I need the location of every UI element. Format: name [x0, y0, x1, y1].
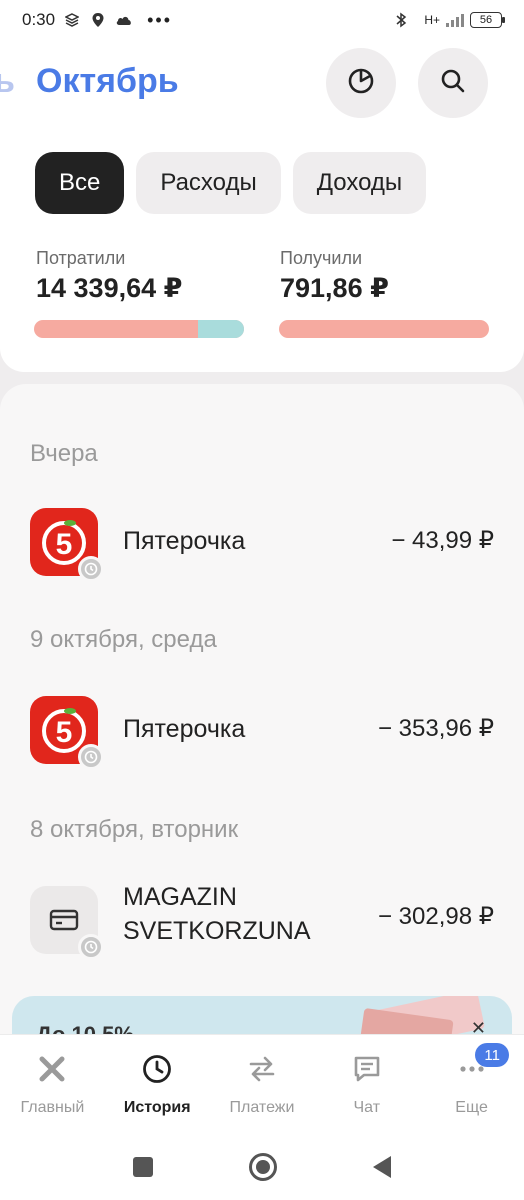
- pyaterochka-logo-icon: 5: [30, 696, 104, 770]
- pending-clock-icon: [78, 934, 104, 960]
- search-button[interactable]: [418, 48, 488, 118]
- nav-item-more[interactable]: 11 Еще: [419, 1035, 524, 1134]
- current-month-title[interactable]: Октябрь: [36, 62, 179, 101]
- filter-chips: Все Расходы Доходы: [35, 152, 427, 214]
- transaction-row[interactable]: 5 Пятерочка − 353,96 ₽: [0, 690, 524, 770]
- pie-chart-icon: [346, 66, 376, 101]
- transaction-amount: − 353,96 ₽: [377, 715, 494, 742]
- received-label: Получили: [280, 248, 363, 268]
- merchant-name: Пятерочка: [123, 715, 246, 743]
- status-right: H+ 56: [392, 11, 505, 29]
- svg-text:5: 5: [56, 716, 73, 749]
- nav-item-main[interactable]: Главный: [0, 1035, 105, 1134]
- card-icon: [30, 886, 104, 960]
- cloud-icon: [115, 11, 133, 29]
- more-notifications-icon: •••: [147, 9, 172, 30]
- transaction-row[interactable]: 5 Пятерочка − 43,99 ₽: [0, 502, 524, 582]
- layers-icon: [63, 11, 81, 29]
- signal-icon: [446, 13, 464, 27]
- bottom-navigation: Главный История Платежи Чат 11 Еще: [0, 1034, 524, 1134]
- summary-card: ь Октябрь Все Расходы Доходы Потратили 1…: [0, 40, 524, 372]
- merchant-name: Пятерочка: [123, 527, 246, 555]
- search-icon: [439, 67, 467, 100]
- nav-label: Главный: [20, 1099, 85, 1116]
- received-amount: 791,86 ₽: [280, 273, 389, 303]
- transaction-row[interactable]: MAGAZIN SVETKORZUNA − 302,98 ₽: [0, 880, 524, 980]
- recent-apps-button[interactable]: [133, 1157, 153, 1177]
- system-navigation-bar: [0, 1134, 524, 1200]
- svg-text:5: 5: [56, 528, 73, 561]
- history-clock-icon: [141, 1053, 173, 1085]
- merchant-name-line2: SVETKORZUNA: [123, 917, 311, 945]
- nav-label: Чат: [353, 1099, 381, 1116]
- notification-badge: 11: [475, 1043, 510, 1067]
- nav-item-history[interactable]: История: [105, 1035, 210, 1134]
- date-header: Вчера: [30, 440, 98, 467]
- transaction-amount: − 43,99 ₽: [391, 527, 494, 554]
- merchant-name: MAGAZIN SVETKORZUNA: [123, 880, 311, 948]
- pending-clock-icon: [78, 556, 104, 582]
- nav-label: История: [123, 1099, 191, 1116]
- battery-icon: 56: [470, 12, 505, 28]
- network-type: H+: [424, 13, 440, 27]
- nav-item-chat[interactable]: Чат: [314, 1035, 419, 1134]
- location-icon: [89, 11, 107, 29]
- transaction-amount: − 302,98 ₽: [377, 903, 494, 930]
- analytics-button[interactable]: [326, 48, 396, 118]
- chat-icon: [351, 1053, 383, 1085]
- date-header: 9 октября, среда: [30, 626, 217, 653]
- filter-income[interactable]: Доходы: [292, 152, 427, 214]
- main-icon: [36, 1053, 68, 1085]
- bluetooth-icon: [392, 11, 410, 29]
- history-list[interactable]: Вчера 5 Пятерочка − 43,99 ₽ 9 октября, с…: [0, 384, 524, 1074]
- home-button[interactable]: [249, 1153, 277, 1181]
- merchant-name-line1: MAGAZIN: [123, 883, 237, 911]
- status-time: 0:30: [22, 10, 56, 29]
- status-bar: 0:30 ••• H+ 56: [0, 0, 524, 40]
- spent-amount: 14 339,64 ₽: [36, 273, 183, 303]
- spent-bar: [34, 320, 244, 338]
- received-bar: [279, 320, 489, 338]
- nav-label: Платежи: [229, 1099, 295, 1116]
- back-button[interactable]: [373, 1156, 391, 1178]
- date-header: 8 октября, вторник: [30, 816, 239, 843]
- received-summary[interactable]: Получили 791,86 ₽: [280, 248, 389, 304]
- filter-all[interactable]: Все: [35, 152, 125, 214]
- previous-month-label[interactable]: ь: [0, 62, 15, 101]
- pending-clock-icon: [78, 744, 104, 770]
- nav-item-payments[interactable]: Платежи: [210, 1035, 315, 1134]
- transfer-arrows-icon: [246, 1053, 278, 1085]
- filter-expenses[interactable]: Расходы: [136, 152, 281, 214]
- spent-bar-secondary-segment: [197, 320, 244, 338]
- pyaterochka-logo-icon: 5: [30, 508, 104, 582]
- spent-label: Потратили: [36, 248, 126, 268]
- nav-label: Еще: [455, 1099, 488, 1116]
- spent-summary[interactable]: Потратили 14 339,64 ₽: [36, 248, 182, 304]
